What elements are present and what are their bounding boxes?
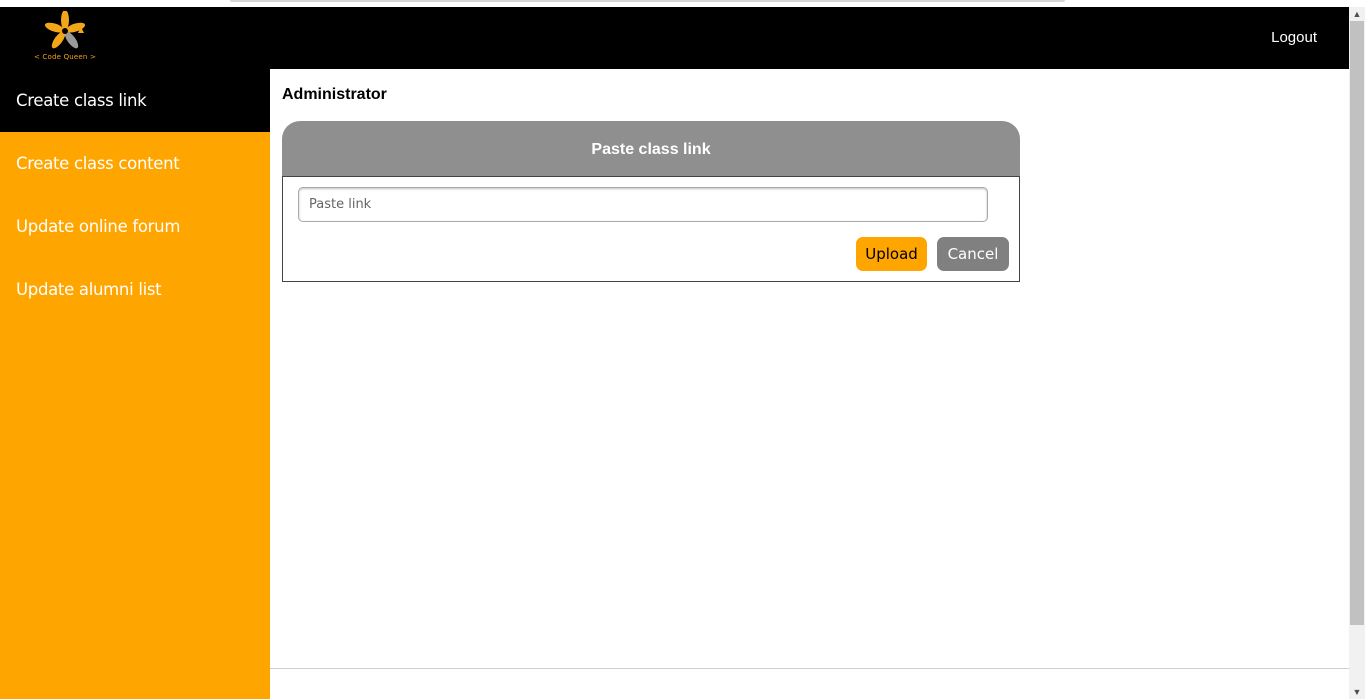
main-content: Administrator Paste class link Upload Ca… xyxy=(270,69,1349,668)
top-header: < Code Queen > Logout xyxy=(0,7,1349,69)
sidebar-item-create-class-link[interactable]: Create class link xyxy=(0,69,270,132)
sidebar-item-update-online-forum[interactable]: Update online forum xyxy=(0,195,270,258)
browser-address-bar-edge xyxy=(230,0,1065,2)
page-title: Administrator xyxy=(282,86,387,103)
flower-logo-icon xyxy=(44,10,86,49)
scroll-down-arrow-icon[interactable]: ▼ xyxy=(1349,685,1365,699)
card-heading: Paste class link xyxy=(282,121,1020,177)
vertical-scrollbar[interactable]: ▲ ▼ xyxy=(1349,7,1365,699)
paste-link-input[interactable] xyxy=(298,187,988,222)
cancel-button[interactable]: Cancel xyxy=(937,237,1009,271)
scroll-thumb[interactable] xyxy=(1350,21,1364,625)
upload-button[interactable]: Upload xyxy=(856,237,927,271)
code-queen-logo[interactable]: < Code Queen > xyxy=(32,10,98,63)
footer-area xyxy=(270,669,1349,699)
browser-top-strip xyxy=(0,0,1365,7)
sidebar: Create class link Create class content U… xyxy=(0,69,270,699)
sidebar-item-update-alumni-list[interactable]: Update alumni list xyxy=(0,258,270,321)
logout-link[interactable]: Logout xyxy=(1271,29,1317,46)
logo-text: < Code Queen > xyxy=(33,53,97,61)
paste-link-card: Upload Cancel xyxy=(282,176,1020,282)
sidebar-item-create-class-content[interactable]: Create class content xyxy=(0,132,270,195)
scroll-up-arrow-icon[interactable]: ▲ xyxy=(1349,7,1365,21)
